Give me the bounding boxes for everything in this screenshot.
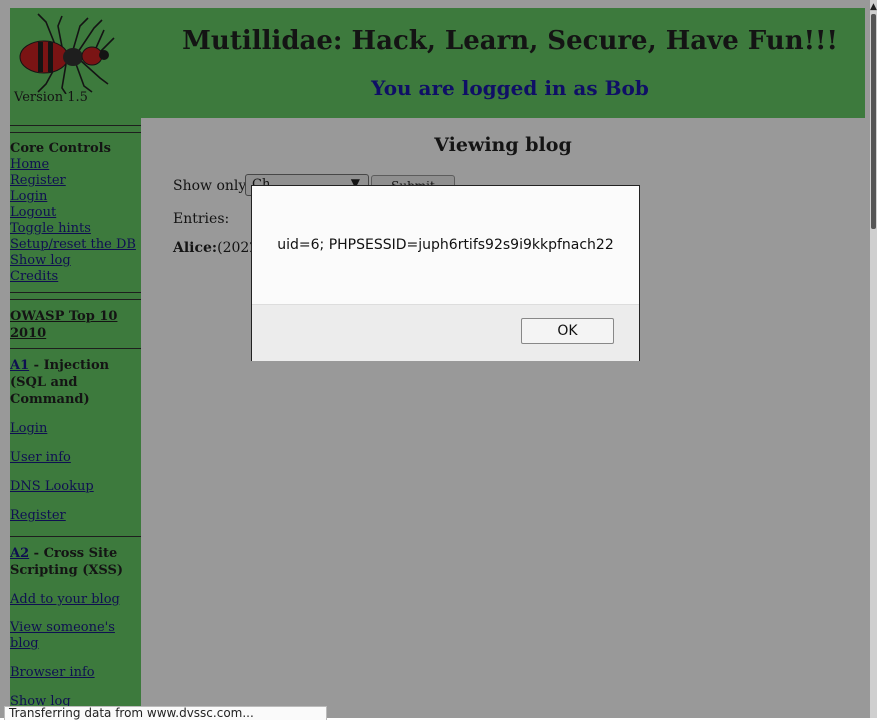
alert-dialog: uid=6; PHPSESSID=juph6rtifs92s9i9kkpfnac… [251,185,640,361]
scrollbar-thumb[interactable] [871,14,876,229]
alert-message: uid=6; PHPSESSID=juph6rtifs92s9i9kkpfnac… [252,186,639,304]
ok-button[interactable]: OK [521,318,614,344]
browser-page: Version 1.5 Mutillidae: Hack, Learn, Sec… [0,0,877,720]
alert-footer: OK [252,304,639,361]
scroll-up-arrow-icon[interactable]: ▲ [870,0,877,14]
